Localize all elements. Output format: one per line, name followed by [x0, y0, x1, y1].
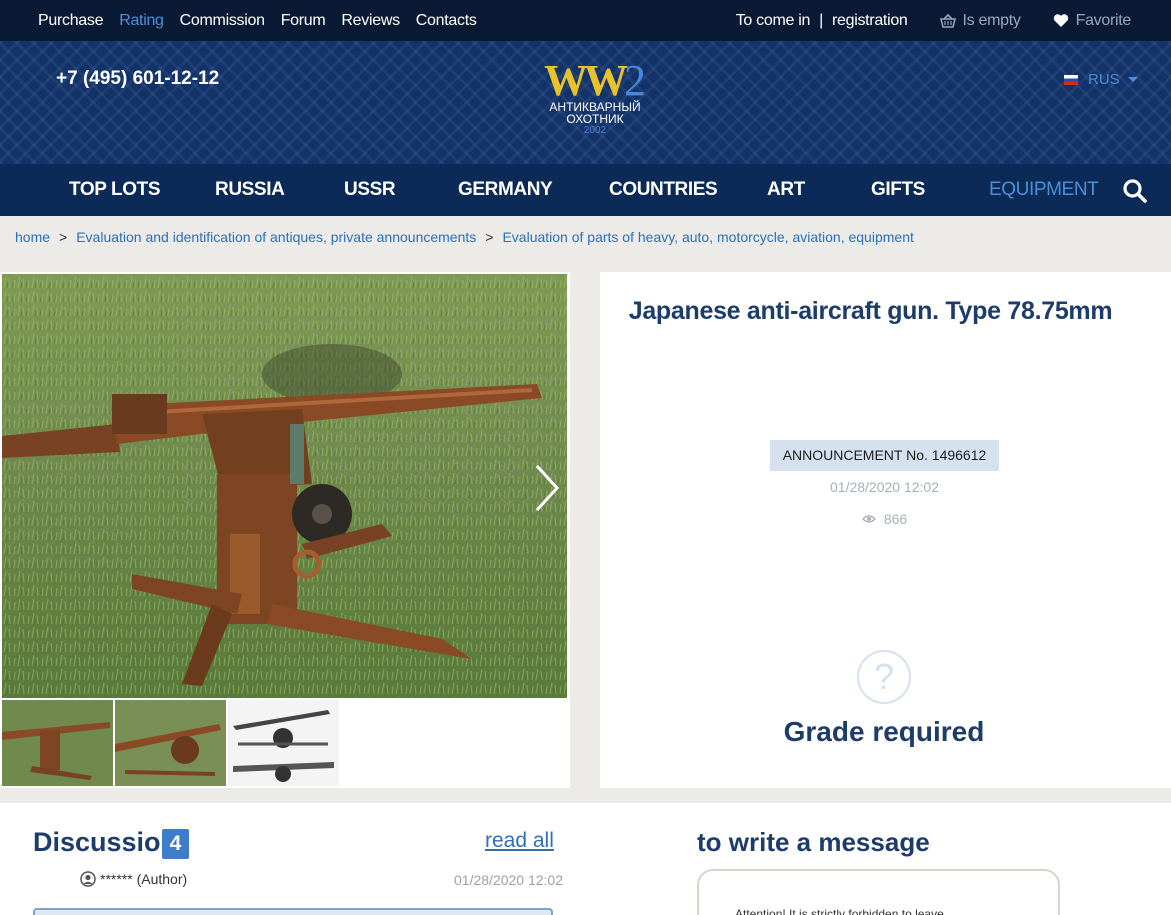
logo-line-2: ОХОТНИК: [566, 112, 624, 126]
top-nav: Purchase Rating Commission Forum Reviews…: [38, 0, 493, 41]
photo-gallery: [0, 272, 570, 788]
view-count: 866: [770, 511, 999, 527]
favorite-label: Favorite: [1075, 11, 1132, 29]
site-logo[interactable]: WW2 АНТИКВАРНЫЙ ОХОТНИК 2002: [530, 59, 660, 143]
main-photo[interactable]: [2, 274, 567, 698]
search-icon[interactable]: [1122, 178, 1148, 204]
site-header: +7 (495) 601-12-12 WW2 АНТИКВАРНЫЙ ОХОТН…: [0, 41, 1171, 164]
nav-equipment[interactable]: EQUIPMENT: [989, 164, 1099, 216]
logo-number: 2: [624, 56, 646, 105]
nav-art[interactable]: ART: [767, 164, 805, 216]
logo-mark: WW2: [530, 59, 660, 103]
top-link-reviews[interactable]: Reviews: [341, 12, 400, 30]
grade-status: Grade required: [783, 716, 985, 747]
cart-link[interactable]: Is empty: [939, 11, 1021, 30]
account-separator: |: [819, 11, 823, 29]
thumbnail-photo: [115, 700, 226, 786]
nav-ussr[interactable]: USSR: [344, 164, 396, 216]
nav-top-lots[interactable]: TOP LOTS: [69, 164, 161, 216]
author-name: ****** (Author): [100, 871, 188, 887]
discussion-count-badge: 4: [162, 829, 189, 859]
chevron-down-icon: [1127, 77, 1138, 82]
svg-text:?: ?: [874, 656, 894, 697]
eye-icon: [861, 515, 876, 523]
top-link-commission[interactable]: Commission: [180, 12, 265, 30]
main-nav: TOP LOTS RUSSIA USSR GERMANY COUNTRIES A…: [0, 164, 1171, 216]
register-link[interactable]: registration: [832, 12, 908, 30]
discussion-section: Discussion 4 read all ****** (Author) 01…: [0, 803, 1171, 915]
lot-info-panel: Japanese anti-aircraft gun. Type 78.75mm…: [600, 272, 1171, 788]
favorite-link[interactable]: Favorite: [1053, 12, 1131, 30]
account-bar: To come in | registration Is empty Favor…: [736, 0, 1132, 41]
heart-icon: [1053, 13, 1068, 27]
question-circle-icon: ?: [857, 650, 911, 704]
phone-number[interactable]: +7 (495) 601-12-12: [56, 68, 219, 90]
logo-year: 2002: [583, 125, 607, 136]
top-link-contacts[interactable]: Contacts: [416, 12, 477, 30]
top-link-rating[interactable]: Rating: [119, 12, 164, 30]
gun-photo: [2, 274, 567, 698]
breadcrumb-home[interactable]: home: [15, 229, 50, 245]
cart-label: Is empty: [962, 11, 1021, 29]
russia-flag-icon: [1064, 74, 1078, 85]
user-icon: [80, 871, 96, 887]
thumbnail-drawing: [228, 700, 339, 786]
nav-germany[interactable]: GERMANY: [458, 164, 553, 216]
message-body: [33, 908, 553, 915]
language-select[interactable]: RUS: [1064, 71, 1138, 88]
breadcrumb-separator: >: [485, 229, 494, 245]
breadcrumb-separator: >: [59, 229, 68, 245]
nav-gifts[interactable]: GIFTS: [871, 164, 925, 216]
message-author: ****** (Author): [80, 871, 187, 887]
login-link[interactable]: To come in: [736, 12, 811, 30]
thumbnail-1[interactable]: [2, 700, 113, 786]
view-count-value: 866: [883, 511, 908, 527]
nav-russia[interactable]: RUSSIA: [215, 164, 285, 216]
basket-icon: [939, 13, 956, 28]
announcement-badge: ANNOUNCEMENT No. 1496612: [770, 440, 999, 471]
form-attention-note: Attention! It is strictly forbidden to l…: [735, 907, 954, 915]
breadcrumb: home > Evaluation and identification of …: [15, 229, 914, 245]
top-bar: Purchase Rating Commission Forum Reviews…: [0, 0, 1171, 41]
lot-title: Japanese anti-aircraft gun. Type 78.75mm: [628, 297, 1113, 325]
language-label: RUS: [1088, 71, 1120, 88]
nav-countries[interactable]: COUNTRIES: [609, 164, 718, 216]
top-link-purchase[interactable]: Purchase: [38, 12, 104, 30]
write-message-title: to write a message: [697, 827, 930, 857]
discussion-title: Discussion: [33, 827, 178, 857]
top-link-forum[interactable]: Forum: [281, 12, 326, 30]
thumbnail-photo: [2, 700, 113, 786]
thumbnail-2[interactable]: [115, 700, 226, 786]
thumbnail-3[interactable]: [228, 700, 339, 786]
message-date: 01/28/2020 12:02: [454, 872, 563, 888]
lot-date: 01/28/2020 12:02: [830, 479, 939, 495]
breadcrumb-evaluation[interactable]: Evaluation and identification of antique…: [76, 229, 476, 245]
chevron-right-icon[interactable]: [534, 464, 560, 512]
breadcrumb-equipment[interactable]: Evaluation of parts of heavy, auto, moto…: [502, 229, 913, 245]
message-form[interactable]: Attention! It is strictly forbidden to l…: [697, 869, 1060, 915]
logo-ww: WW: [544, 56, 628, 105]
read-all-link[interactable]: read all: [485, 829, 554, 853]
